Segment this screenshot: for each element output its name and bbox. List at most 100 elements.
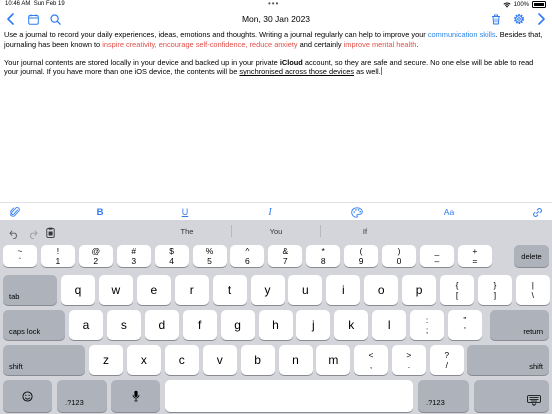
- key-shift-label: <: [368, 350, 374, 360]
- journal-text-editor[interactable]: Use a journal to record your daily exper…: [4, 30, 546, 85]
- italic-button[interactable]: I: [263, 205, 277, 219]
- symbol-key[interactable]: >.: [391, 345, 426, 375]
- shift-key-left[interactable]: shift: [3, 345, 85, 375]
- letter-key-b[interactable]: b: [240, 345, 275, 375]
- number-key[interactable]: % 5: [192, 245, 227, 267]
- key-base-label: ,: [369, 360, 373, 370]
- emoji-key[interactable]: [3, 380, 52, 412]
- letter-key-x[interactable]: x: [126, 345, 161, 375]
- symbol-key[interactable]: }]: [477, 275, 512, 305]
- bold-button[interactable]: B: [93, 205, 107, 219]
- prediction-1[interactable]: The: [157, 227, 217, 236]
- key-label: v: [216, 353, 223, 367]
- key-shift-label: +: [472, 246, 478, 256]
- letter-key-q[interactable]: q: [61, 275, 95, 305]
- letter-key-g[interactable]: g: [220, 310, 255, 340]
- letter-key-s[interactable]: s: [106, 310, 141, 340]
- text-cursor: [380, 67, 382, 76]
- letter-key-c[interactable]: c: [164, 345, 199, 375]
- letter-key-j[interactable]: j: [296, 310, 331, 340]
- letter-key-y[interactable]: y: [250, 275, 285, 305]
- key-label: g: [234, 318, 241, 332]
- letter-key-u[interactable]: u: [288, 275, 323, 305]
- letter-key-e[interactable]: e: [136, 275, 171, 305]
- caps-lock-key[interactable]: caps lock: [3, 310, 65, 340]
- space-bar[interactable]: [165, 380, 413, 412]
- symbol-key[interactable]: ? /: [429, 345, 464, 375]
- key-label: $4: [169, 246, 174, 266]
- letter-key-k[interactable]: k: [334, 310, 369, 340]
- paperclip-icon[interactable]: [8, 205, 22, 219]
- text-size-button[interactable]: Aa: [440, 205, 458, 219]
- number-key[interactable]: ) 0: [382, 245, 416, 267]
- key-shift-label: :: [425, 315, 429, 325]
- shift-key-right[interactable]: shift: [467, 345, 549, 375]
- number-switch-key-left[interactable]: .?123: [57, 380, 107, 412]
- number-key[interactable]: $4: [154, 245, 189, 267]
- gear-icon[interactable]: [512, 12, 526, 26]
- key-label: h: [272, 318, 279, 332]
- letter-key-p[interactable]: p: [402, 275, 437, 305]
- multitasking-dots[interactable]: •••: [268, 0, 279, 8]
- letter-key-v[interactable]: v: [202, 345, 237, 375]
- prediction-2[interactable]: You: [246, 227, 306, 236]
- symbol-key[interactable]: {[: [440, 275, 474, 305]
- key-label: >.: [406, 350, 411, 370]
- delete-key[interactable]: delete: [514, 245, 549, 267]
- underline-button[interactable]: U: [178, 205, 192, 219]
- letter-key-l[interactable]: l: [372, 310, 407, 340]
- number-key[interactable]: #3: [116, 245, 151, 267]
- key-label: ! 1: [56, 246, 61, 266]
- tab-key[interactable]: tab: [3, 275, 57, 305]
- wifi-icon: [503, 1, 511, 8]
- letter-key-a[interactable]: a: [69, 310, 103, 340]
- number-key[interactable]: ~ `: [3, 245, 37, 267]
- letter-key-h[interactable]: h: [258, 310, 293, 340]
- key-shift-label: _: [434, 246, 440, 256]
- letter-key-n[interactable]: n: [278, 345, 313, 375]
- text-run: communication skills: [427, 30, 496, 39]
- letter-key-d[interactable]: d: [144, 310, 179, 340]
- link-icon[interactable]: [530, 205, 544, 219]
- dictation-key[interactable]: [111, 380, 160, 412]
- letter-key-i[interactable]: i: [326, 275, 361, 305]
- number-key[interactable]: ^ 6: [230, 245, 265, 267]
- letter-key-t[interactable]: t: [212, 275, 247, 305]
- letter-key-o[interactable]: o: [364, 275, 399, 305]
- text-run: .: [416, 39, 419, 49]
- key-label: e: [150, 283, 158, 297]
- key-label: z: [103, 353, 109, 367]
- symbol-key[interactable]: :;: [410, 310, 444, 340]
- key-base-label: .: [407, 360, 411, 370]
- symbol-key[interactable]: <,: [354, 345, 388, 375]
- key-label: | \: [532, 280, 534, 300]
- letter-key-m[interactable]: m: [316, 345, 351, 375]
- number-key[interactable]: (9: [344, 245, 379, 267]
- number-switch-key-right[interactable]: .?123: [418, 380, 469, 412]
- text-run: as well.: [354, 67, 381, 77]
- microphone-icon: [132, 390, 139, 402]
- number-key[interactable]: + =: [457, 245, 492, 267]
- trash-icon[interactable]: [489, 12, 503, 26]
- number-key[interactable]: * 8: [306, 245, 341, 267]
- letter-key-w[interactable]: w: [98, 275, 133, 305]
- letter-key-z[interactable]: z: [89, 345, 123, 375]
- forward-chevron-icon[interactable]: [534, 12, 548, 26]
- undo-icon[interactable]: [9, 226, 19, 244]
- redo-icon[interactable]: [28, 226, 38, 244]
- number-key[interactable]: ! 1: [40, 245, 75, 267]
- clipboard-icon[interactable]: [46, 225, 55, 243]
- prediction-separator: [320, 225, 321, 237]
- symbol-key[interactable]: | \: [515, 275, 550, 305]
- symbol-key[interactable]: " ': [447, 310, 482, 340]
- hide-keyboard-key[interactable]: [474, 380, 549, 412]
- letter-key-r[interactable]: r: [174, 275, 209, 305]
- palette-icon[interactable]: [350, 205, 364, 219]
- status-bar: 10:46 AM Sun Feb 19 ••• 100%: [0, 0, 552, 10]
- number-key[interactable]: @2: [78, 245, 113, 267]
- prediction-3[interactable]: If: [335, 227, 395, 236]
- number-key[interactable]: _ –: [419, 245, 454, 267]
- number-key[interactable]: & 7: [268, 245, 303, 267]
- return-key[interactable]: return: [490, 310, 549, 340]
- letter-key-f[interactable]: f: [182, 310, 217, 340]
